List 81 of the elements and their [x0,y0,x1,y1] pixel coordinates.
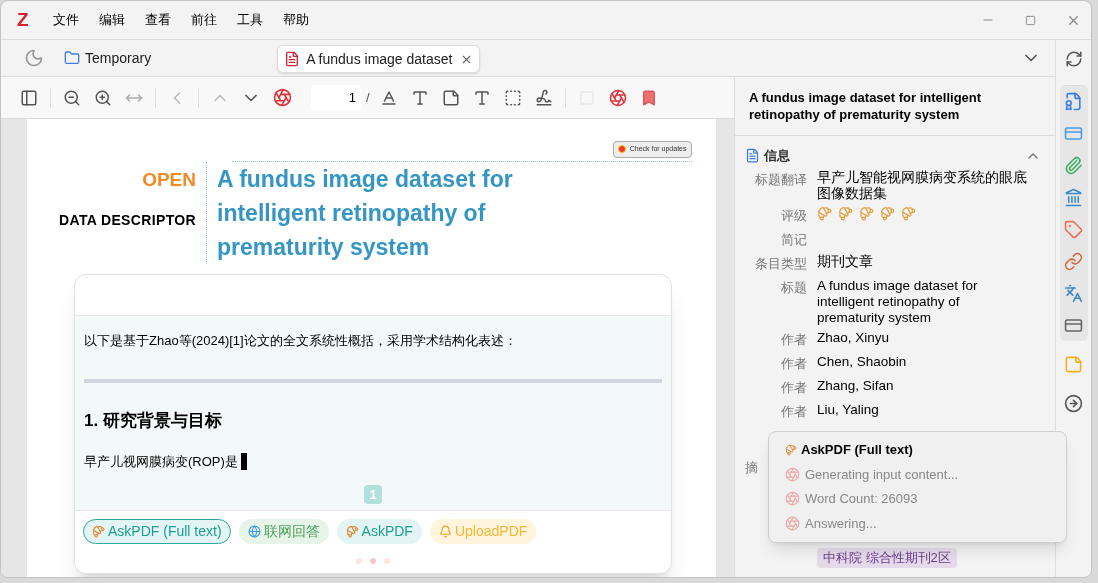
ai-icon [785,491,800,507]
section-label: DATA DESCRIPTOR [59,211,196,230]
field-label: 作者 [780,330,807,349]
bell-icon [438,525,452,538]
note-icon[interactable] [1064,355,1083,374]
popup-title: AskPDF (Full text) [801,441,913,459]
info-icon[interactable] [1064,92,1083,111]
locate-icon[interactable] [1064,394,1083,413]
field-value[interactable]: Zhang, Sifan [817,377,894,398]
menu-item[interactable]: 编辑 [99,10,125,30]
rating-star-icon[interactable] [859,205,874,221]
page-separator: / [366,88,370,107]
menu-item[interactable]: 工具 [237,10,263,30]
document-tab[interactable]: A fundus image dataset [277,45,481,73]
library-tab[interactable]: Temporary [62,44,154,72]
section-title: 信息 [764,147,790,165]
answer-intro: 以下是基于Zhao等(2024)[1]论文的全文系统性概括，采用学术结构化表述： [84,332,518,350]
field-label: 标题翻译 [754,170,807,189]
link-icon[interactable] [1064,252,1083,271]
menu-item[interactable]: 前往 [191,10,217,30]
field-label: 作者 [780,378,807,397]
globe-icon [247,525,261,538]
text-highlight-icon [379,88,398,107]
rating-star-icon[interactable] [817,205,832,221]
tag-icon[interactable] [1064,220,1083,239]
status-line: Answering... [805,514,877,533]
croissant-icon [92,525,105,538]
croissant-icon [345,525,359,538]
rating-star-icon[interactable] [901,205,916,221]
tag: 中科院 综合性期刊2区 [817,548,957,568]
ai-icon [785,515,800,531]
paper-title: A fundus image dataset for intelligent retinopathy of prematurity system [217,164,514,262]
field-value[interactable]: 早产儿智能视网膜病变系统的眼底图像数据集 [817,169,1027,202]
text-cursor [240,453,247,471]
ai-icon [785,466,800,482]
pdf-file-icon [284,51,301,67]
zoom-in-icon [94,88,112,107]
area-icon [503,88,522,107]
field-value[interactable]: A fundus image dataset for intelligent retinopathy of prematurity system [817,277,1027,326]
field-label: 简记 [780,230,807,249]
field-value[interactable]: Chen, Shaobin [817,353,907,374]
draw-icon [534,88,553,107]
field-label: 摘 [745,458,758,477]
answer-heading: 1. 研究背景与目标 [84,409,223,432]
moon-icon[interactable] [24,48,44,68]
page-number-field[interactable]: 1 [311,84,361,111]
app-logo: Z [17,7,30,32]
rating-star-icon[interactable] [880,205,895,221]
underline-icon [410,88,429,107]
paperclip-icon[interactable] [1064,156,1083,175]
field-label: 作者 [780,402,807,421]
field-value[interactable]: Liu, Yaling [817,401,879,422]
text-icon [472,88,491,107]
field-value[interactable]: Zhao, Xinyu [817,329,890,350]
folder-icon [64,50,80,66]
crossmark-icon [617,145,626,154]
translate-icon[interactable] [1064,284,1083,303]
ai-assistant-icon [272,88,292,107]
item-title: A fundus image dataset for intelligent retinopathy of prematurity system [735,77,1055,136]
sidebar-toggle-icon [20,88,38,107]
zoom-out-icon [63,88,81,107]
menu-item[interactable]: 查看 [145,10,171,30]
croissant-icon [785,443,797,456]
menu-item[interactable]: 文件 [53,10,79,30]
page-badge: 1 [364,484,382,504]
status-line: Word Count: 26093 [805,490,918,508]
rating-star-icon[interactable] [838,205,853,221]
library-icon[interactable] [1064,188,1083,207]
open-access-label: OPEN [142,167,196,192]
field-label: 条目类型 [754,254,807,273]
menu-item[interactable]: 帮助 [283,10,309,30]
info-icon [745,148,760,164]
field-label: 标题 [780,278,807,297]
sync-icon[interactable] [1064,50,1083,68]
note-icon [441,88,460,107]
maximize-icon[interactable] [1025,14,1036,26]
field-label: 评级 [780,206,807,225]
field-label: 作者 [780,354,807,373]
status-line: Generating input content... [805,465,959,484]
field-value[interactable]: 期刊文章 [817,253,873,274]
answer-text: 早产儿视网膜病变(ROP)是 [84,453,238,471]
